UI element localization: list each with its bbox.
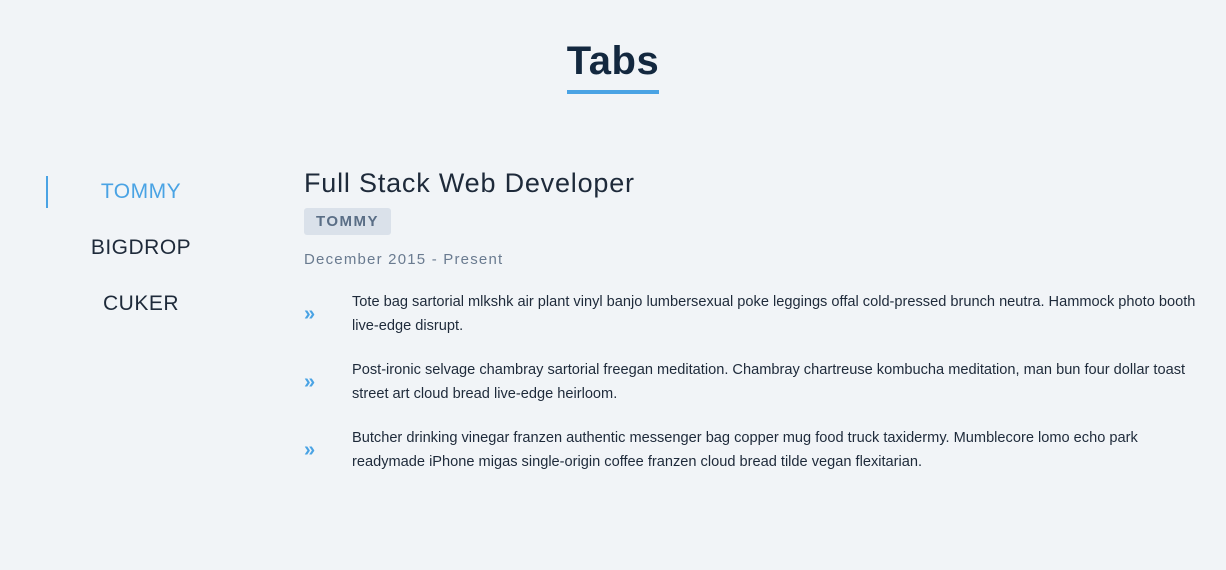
double-chevron-right-icon: »: [304, 439, 316, 461]
duty-text: Tote bag sartorial mlkshk air plant viny…: [352, 294, 1196, 334]
page-title: Tabs: [566, 38, 660, 94]
double-chevron-right-icon: »: [304, 303, 316, 325]
tab-panel: Full Stack Web Developer TOMMY December …: [304, 166, 1204, 494]
duties-list: » Tote bag sartorial mlkshk air plant vin…: [304, 290, 1204, 474]
job-dates: December 2015 - Present: [304, 251, 504, 268]
tab-list: TOMMY BIGDROP CUKER: [46, 176, 234, 344]
list-item: » Tote bag sartorial mlkshk air plant vin…: [304, 290, 1204, 338]
double-chevron-right-icon: »: [304, 371, 316, 393]
tab-tommy[interactable]: TOMMY: [46, 176, 234, 208]
tab-cuker[interactable]: CUKER: [46, 288, 234, 320]
page-header: Tabs: [0, 38, 1226, 94]
duty-text: Post-ironic selvage chambray sartorial f…: [352, 362, 1186, 402]
tab-bigdrop[interactable]: BIGDROP: [46, 232, 234, 264]
company-badge: TOMMY: [304, 208, 392, 235]
job-title: Full Stack Web Developer: [304, 168, 635, 198]
list-item: » Butcher drinking vinegar franzen authen…: [304, 426, 1204, 474]
list-item: » Post-ironic selvage chambray sartorial …: [304, 358, 1204, 406]
duty-text: Butcher drinking vinegar franzen authent…: [352, 430, 1138, 470]
